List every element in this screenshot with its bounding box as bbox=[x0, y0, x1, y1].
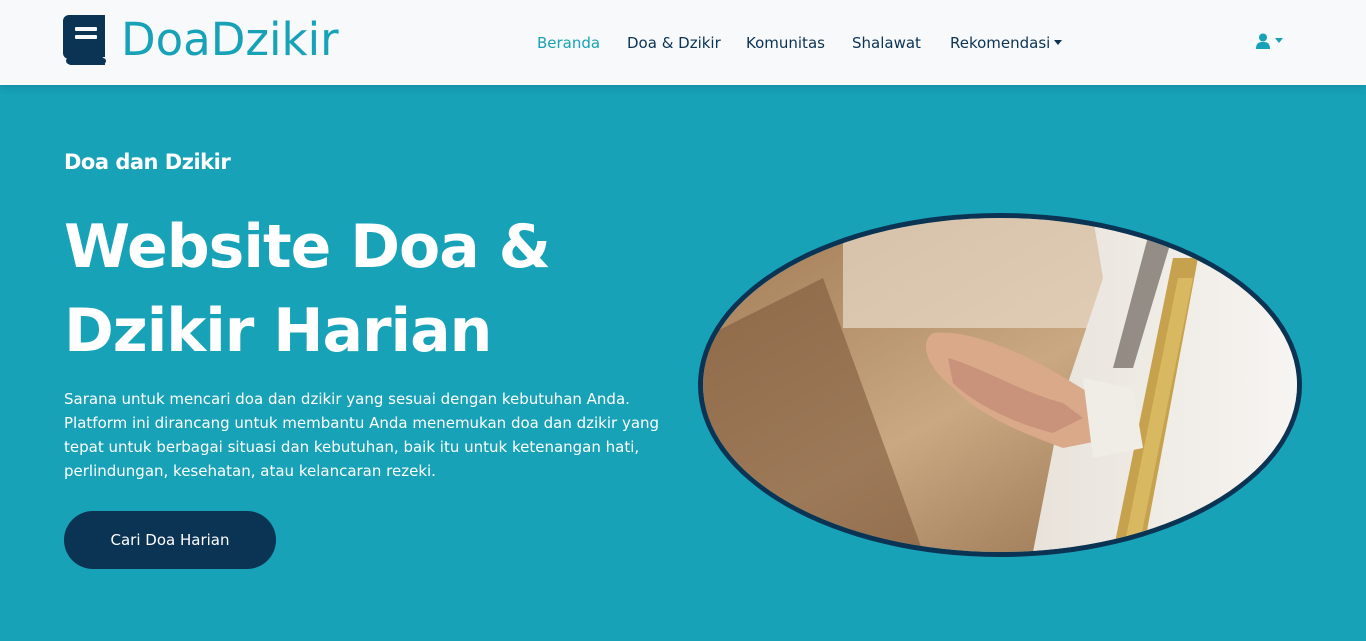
hero-description: Sarana untuk mencari doa dan dzikir yang… bbox=[64, 390, 660, 480]
navbar: DoaDzikir Beranda Doa & Dzikir Komunitas… bbox=[0, 0, 1366, 85]
nav-beranda[interactable]: Beranda bbox=[537, 32, 600, 54]
cari-doa-button[interactable]: Cari Doa Harian bbox=[64, 511, 276, 569]
user-icon bbox=[1256, 33, 1270, 49]
praying-hands-photo bbox=[698, 213, 1302, 557]
nav-shalawat[interactable]: Shalawat bbox=[852, 32, 921, 54]
nav-komunitas[interactable]: Komunitas bbox=[746, 32, 825, 54]
chevron-down-icon bbox=[1054, 40, 1063, 45]
nav-rekomendasi[interactable]: Rekomendasi bbox=[950, 32, 1063, 54]
main-nav: Beranda Doa & Dzikir Komunitas Shalawat … bbox=[0, 32, 1366, 54]
user-menu[interactable] bbox=[1256, 33, 1283, 49]
hero-subtitle: Doa dan Dzikir bbox=[64, 150, 231, 174]
chevron-down-icon bbox=[1275, 37, 1283, 43]
hero-title: Website Doa & Dzikir Harian bbox=[64, 212, 551, 366]
nav-rekomendasi-label: Rekomendasi bbox=[950, 34, 1051, 52]
nav-doa-dzikir[interactable]: Doa & Dzikir bbox=[627, 32, 721, 54]
